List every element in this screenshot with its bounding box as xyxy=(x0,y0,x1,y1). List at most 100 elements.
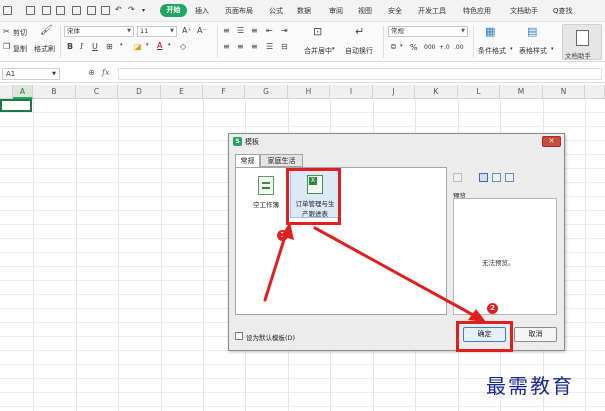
align-bottom-icon[interactable]: ≡ xyxy=(251,27,258,35)
currency-icon[interactable]: ⊜ xyxy=(390,43,397,51)
thousands-button[interactable]: 000 xyxy=(424,44,435,51)
column-header-n[interactable]: N xyxy=(543,85,585,99)
chevron-down-icon[interactable]: ▾ xyxy=(400,44,403,49)
align-top-icon[interactable]: ≡ xyxy=(223,27,230,35)
underline-icon[interactable]: U xyxy=(92,43,98,51)
column-header-e[interactable]: E xyxy=(161,85,203,99)
chevron-down-icon[interactable]: ▾ xyxy=(146,43,149,48)
font-color-icon[interactable]: A xyxy=(157,42,162,50)
close-button[interactable]: ✕ xyxy=(542,136,561,147)
chevron-down-icon[interactable]: ▾ xyxy=(120,43,123,48)
merge-center-button[interactable]: 合并居中 xyxy=(304,46,332,56)
column-header-b[interactable]: B xyxy=(33,85,76,99)
fill-color-icon[interactable]: ◪ xyxy=(134,43,142,51)
tab-special[interactable]: 特色应用 xyxy=(463,6,491,16)
spreadsheet-file-icon xyxy=(258,176,274,195)
chevron-down-icon[interactable]: ▾ xyxy=(332,46,335,52)
column-header-f[interactable]: F xyxy=(203,85,245,99)
dialog-title: 模板 xyxy=(245,138,259,146)
select-all-corner[interactable] xyxy=(0,85,13,99)
column-header-a[interactable]: A xyxy=(13,85,33,99)
print-icon[interactable] xyxy=(87,6,96,15)
set-default-checkbox[interactable] xyxy=(235,332,243,340)
more-chevron-icon[interactable]: ▾ xyxy=(142,7,145,14)
column-header-k[interactable]: K xyxy=(415,85,458,99)
indent-increase-icon[interactable]: ⇥ xyxy=(281,27,288,35)
save-icon[interactable] xyxy=(56,6,65,15)
chevron-down-icon[interactable]: ▾ xyxy=(551,46,554,52)
copy-button[interactable]: 复制 xyxy=(13,44,27,54)
chevron-down-icon[interactable]: ▾ xyxy=(510,46,513,52)
fx-icon[interactable]: fx xyxy=(102,68,109,77)
template-blank-workbook[interactable]: 空工作簿 xyxy=(246,176,286,209)
format-painter-button[interactable]: 格式刷 xyxy=(34,44,55,54)
italic-icon[interactable]: I xyxy=(80,43,83,51)
undo-icon[interactable]: ↶ xyxy=(115,5,122,14)
tab-review[interactable]: 审阅 xyxy=(329,6,343,16)
tab-general[interactable]: 常规 xyxy=(235,154,260,168)
tab-view[interactable]: 视图 xyxy=(358,6,372,16)
merge-center-icon: ⊡ xyxy=(313,25,323,38)
tab-data[interactable]: 数据 xyxy=(297,6,311,16)
tab-security[interactable]: 安全 xyxy=(388,6,402,16)
justify-icon[interactable]: ☰ xyxy=(266,43,273,51)
zoom-icon[interactable]: ⊕ xyxy=(88,68,95,77)
file-menu-icon[interactable] xyxy=(3,6,12,15)
align-center-icon[interactable]: ≡ xyxy=(237,43,244,51)
column-header-g[interactable]: G xyxy=(245,85,288,99)
column-header-j[interactable]: J xyxy=(373,85,415,99)
column-header-m[interactable]: M xyxy=(500,85,543,99)
column-header-h[interactable]: H xyxy=(288,85,330,99)
conditional-format-button[interactable]: 条件格式 xyxy=(478,46,506,56)
tab-insert[interactable]: 插入 xyxy=(195,6,209,16)
new-icon[interactable] xyxy=(26,6,35,15)
column-header-d[interactable]: D xyxy=(118,85,161,99)
redo-icon[interactable]: ↷ xyxy=(128,5,135,14)
print-preview-icon[interactable] xyxy=(72,6,81,15)
increase-font-icon[interactable]: A⁺ xyxy=(182,27,192,35)
wrap-text-button[interactable]: 自动换行 xyxy=(345,46,373,56)
table-style-button[interactable]: 表格样式 xyxy=(519,46,547,56)
name-box[interactable]: A1 ▼ xyxy=(2,68,60,80)
tab-developer[interactable]: 开发工具 xyxy=(418,6,446,16)
column-header-c[interactable]: C xyxy=(76,85,118,99)
decimal-increase-button[interactable]: +.0 xyxy=(439,44,450,51)
large-icons-view-icon[interactable] xyxy=(479,173,488,182)
align-left-icon[interactable]: ≡ xyxy=(223,43,230,51)
bold-icon[interactable]: B xyxy=(67,43,73,51)
tab-family-life[interactable]: 家庭生活 xyxy=(260,154,303,167)
ribbon-separator xyxy=(473,26,474,58)
formula-input[interactable] xyxy=(118,68,602,80)
align-middle-icon[interactable]: ☰ xyxy=(237,27,244,35)
annotation-badge-2: 2 xyxy=(487,303,498,314)
eraser-icon[interactable]: ◇ xyxy=(180,43,186,51)
indent-decrease-icon[interactable]: ⇤ xyxy=(266,27,273,35)
chevron-down-icon[interactable]: ▾ xyxy=(168,43,171,48)
percent-button[interactable]: % xyxy=(410,43,418,52)
cancel-button[interactable]: 取消 xyxy=(514,327,557,342)
tab-page-layout[interactable]: 页面布局 xyxy=(225,6,253,16)
number-format-select[interactable]: 常规 ▼ xyxy=(388,26,468,37)
align-right-icon[interactable]: ≡ xyxy=(251,43,258,51)
tab-doc-helper[interactable]: 文档助手 xyxy=(510,6,538,16)
font-size-select[interactable]: 11 ▼ xyxy=(137,26,177,37)
no-preview-message: 无法预览。 xyxy=(482,259,515,267)
decrease-font-icon[interactable]: A⁻ xyxy=(197,27,207,35)
font-name-select[interactable]: 宋体 ▼ xyxy=(64,26,134,37)
decimal-decrease-button[interactable]: .00 xyxy=(454,44,464,51)
distribute-icon[interactable]: ⊟ xyxy=(281,43,288,51)
search-button[interactable]: Q查找 xyxy=(553,6,573,16)
details-view-icon[interactable] xyxy=(505,173,514,182)
tab-start[interactable]: 开始 xyxy=(160,4,187,17)
export-icon[interactable] xyxy=(101,6,110,15)
tab-formulas[interactable]: 公式 xyxy=(269,6,283,16)
open-icon[interactable] xyxy=(42,6,51,15)
cut-button[interactable]: 剪切 xyxy=(13,28,27,38)
dialog-titlebar[interactable]: S 模板 ✕ xyxy=(229,134,564,149)
list-view-icon[interactable] xyxy=(492,173,501,182)
active-cell-a1[interactable] xyxy=(0,99,32,112)
column-header-l[interactable]: L xyxy=(458,85,500,99)
border-icon[interactable]: ⊞ xyxy=(106,43,113,51)
column-header-i[interactable]: I xyxy=(330,85,373,99)
doc-helper-button[interactable]: 文档助手 xyxy=(562,24,602,60)
